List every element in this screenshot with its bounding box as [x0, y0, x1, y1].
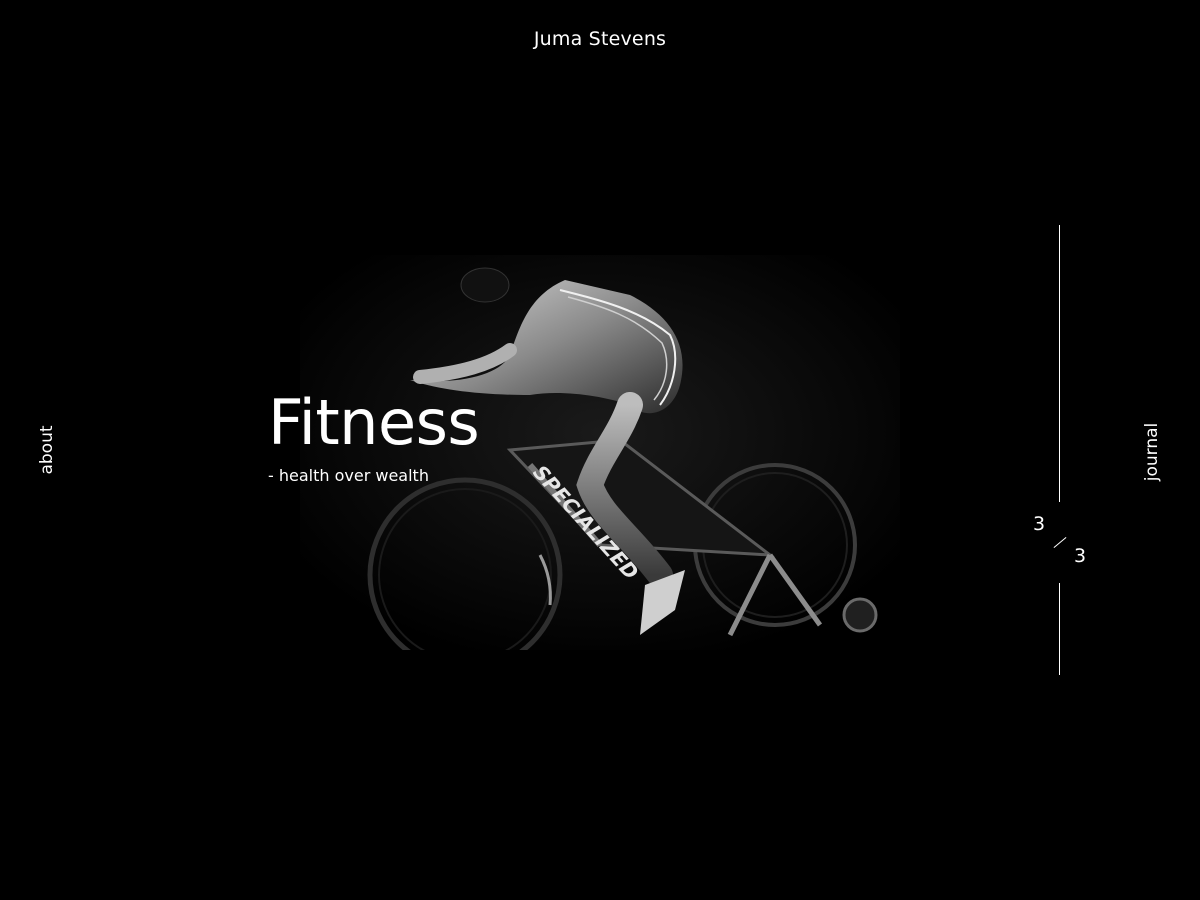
hero-title: Fitness	[268, 386, 480, 459]
hero-text-block: Fitness - health over wealth	[268, 386, 480, 486]
page: Juma Stevens about journal SPECIALIZED F…	[0, 0, 1200, 900]
site-title-link[interactable]: Juma Stevens	[0, 28, 1200, 50]
about-nav-link[interactable]: about	[37, 425, 57, 474]
slide-current-number: 3	[1033, 513, 1046, 535]
hero-subtitle: - health over wealth	[268, 466, 429, 485]
slider-rail-bottom	[1059, 583, 1060, 675]
slider-rail-top	[1059, 225, 1060, 502]
slide-counter-separator	[1053, 536, 1067, 549]
journal-nav-link[interactable]: journal	[1142, 423, 1162, 482]
slide-total-number: 3	[1074, 545, 1087, 567]
